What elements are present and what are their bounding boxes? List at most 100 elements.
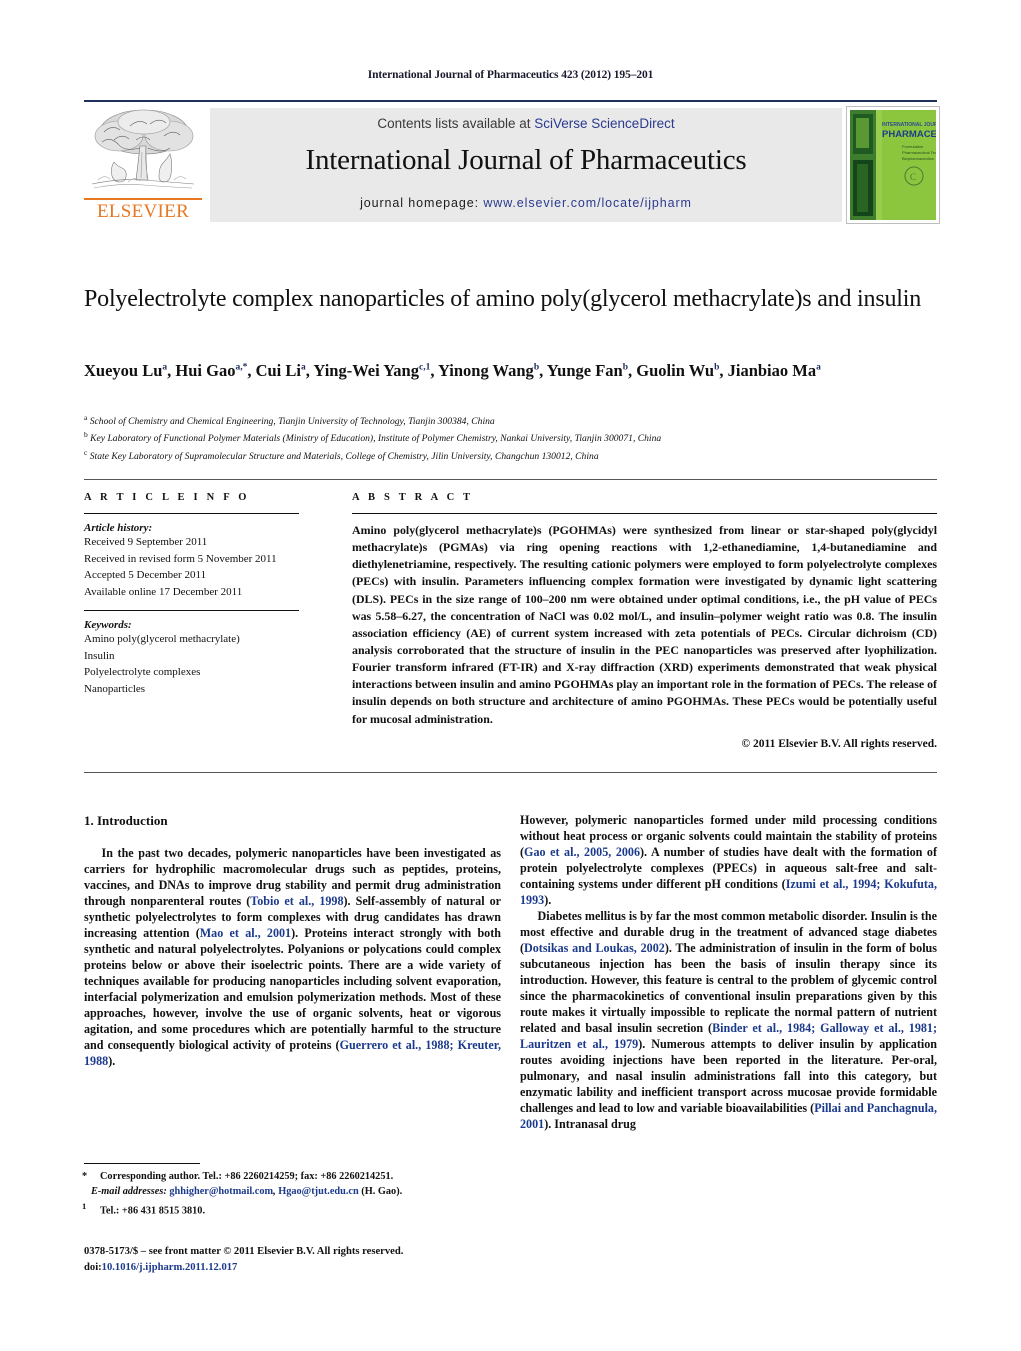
email-link-primary[interactable]: ghhigher@hotmail.com xyxy=(169,1186,273,1197)
citation-link[interactable]: Gao et al., 2005, 2006 xyxy=(524,845,640,859)
citation-link[interactable]: Dotsikas and Loukas, 2002 xyxy=(524,941,665,955)
keywords-rule xyxy=(84,609,299,611)
affiliation-mark: a xyxy=(84,413,88,422)
author-name: Hui Gao xyxy=(175,361,236,380)
elsevier-logo: ELSEVIER xyxy=(84,106,202,222)
keyword-item: Insulin xyxy=(84,649,115,662)
contents-prefix: Contents lists available at xyxy=(377,116,535,131)
paragraph-intro-3: Diabetes mellitus is by far the most com… xyxy=(520,909,937,1132)
elsevier-tree-icon xyxy=(91,109,195,189)
email-link-secondary[interactable]: Hgao@tjut.edu.cn xyxy=(278,1186,359,1197)
abstract-block: A B S T R A C T Amino poly(glycerol meth… xyxy=(352,492,937,750)
citation-link[interactable]: Mao et al., 2001 xyxy=(200,926,291,940)
article-history-item: Available online 17 December 2011 xyxy=(84,586,243,599)
contents-available-line: Contents lists available at SciVerse Sci… xyxy=(210,116,842,131)
journal-title: International Journal of Pharmaceutics xyxy=(305,144,747,176)
imprint-block: 0378-5173/$ – see front matter © 2011 El… xyxy=(84,1244,514,1276)
author-name: Guolin Wu xyxy=(636,361,715,380)
author-name: Yunge Fan xyxy=(546,361,623,380)
footnote-block: * Corresponding author. Tel.: +86 2260214… xyxy=(82,1163,501,1219)
citation-link[interactable]: Pillai and Panchagnula, 2001 xyxy=(520,1101,937,1131)
journal-homepage-link[interactable]: www.elsevier.com/locate/ijpharm xyxy=(483,196,692,210)
article-history-item: Received 9 September 2011 xyxy=(84,536,208,548)
running-head: International Journal of Pharmaceutics 4… xyxy=(367,69,654,81)
journal-masthead: ELSEVIER Contents lists available at Sci… xyxy=(84,100,940,224)
author-affiliation-mark: a xyxy=(162,362,168,373)
footnote-tel: 1 Tel.: +86 431 8515 3810. xyxy=(82,1200,501,1219)
author-name: Ying-Wei Yang xyxy=(313,361,419,380)
paragraph-intro-2: However, polymeric nanoparticles formed … xyxy=(520,813,937,908)
keyword-item: Amino poly(glycerol methacrylate) xyxy=(84,632,240,645)
abstract-rule xyxy=(352,513,937,514)
homepage-prefix: journal homepage: xyxy=(360,196,484,210)
keyword-item: Polyelectrolyte complexes xyxy=(84,666,201,679)
footnote-emails: E-mail addresses: ghhigher@hotmail.com, … xyxy=(91,1186,403,1198)
author-name: Cui Li xyxy=(255,361,301,380)
footnote-email-label: E-mail addresses: xyxy=(91,1186,170,1198)
citation-link[interactable]: Binder et al., 1984; Galloway et al., 19… xyxy=(520,1021,937,1051)
author-name: Xueyou Lu xyxy=(84,361,163,380)
abstract-top-rule xyxy=(84,479,937,480)
journal-cover-art: INTERNATIONAL JOURNAL OF PHARMACEUTICS F… xyxy=(850,110,939,220)
footnote-mark-one: 1 xyxy=(82,1200,87,1211)
citation-link[interactable]: Izumi et al., 1994; Kokufuta, 1993 xyxy=(520,877,937,907)
affiliation-item: a School of Chemistry and Chemical Engin… xyxy=(84,413,495,428)
svg-text:Pharmaceutical Technology: Pharmaceutical Technology xyxy=(902,150,936,155)
cover-image: INTERNATIONAL JOURNAL OF PHARMACEUTICS F… xyxy=(850,110,939,220)
journal-homepage-line: journal homepage: www.elsevier.com/locat… xyxy=(210,196,842,210)
imprint-doi-line: doi:10.1016/j.ijpharm.2011.12.017 xyxy=(84,1260,514,1276)
imprint-frontmatter: 0378-5173/$ – see front matter © 2011 El… xyxy=(84,1246,404,1257)
footnote-rule xyxy=(84,1163,200,1164)
keywords-list: Amino poly(glycerol methacrylate) Insulin… xyxy=(84,631,299,698)
article-info-heading: A R T I C L E I N F O xyxy=(84,492,250,503)
body-column-right: However, polymeric nanoparticles formed … xyxy=(520,812,937,1132)
keywords-heading: Keywords: xyxy=(84,618,132,631)
affiliation-list: a School of Chemistry and Chemical Engin… xyxy=(84,412,964,464)
author-affiliation-mark: b xyxy=(714,362,720,373)
author-affiliation-mark: b xyxy=(622,362,629,373)
elsevier-wordmark: ELSEVIER xyxy=(84,198,202,223)
author-affiliation-mark: a,* xyxy=(235,362,248,373)
affiliation-mark: b xyxy=(84,430,88,440)
journal-cover-thumbnail[interactable]: INTERNATIONAL JOURNAL OF PHARMACEUTICS F… xyxy=(846,106,940,224)
affiliation-item: b Key Laboratory of Functional Polymer M… xyxy=(84,430,662,445)
author-list: Xueyou Lua, Hui Gaoa,*, Cui Lia, Ying-We… xyxy=(84,361,821,380)
article-history-item: Received in revised form 5 November 2011 xyxy=(84,552,277,565)
abstract-text: Amino poly(glycerol methacrylate)s (PGOH… xyxy=(352,523,937,726)
svg-text:Formulation: Formulation xyxy=(902,144,923,149)
citation-link[interactable]: Tobio et al., 1998 xyxy=(250,894,343,908)
article-info-rule xyxy=(84,513,299,514)
author-affiliation-mark: a xyxy=(301,362,306,373)
affiliation-item: c State Key Laboratory of Supramolecular… xyxy=(84,447,599,462)
svg-text:INTERNATIONAL JOURNAL OF: INTERNATIONAL JOURNAL OF xyxy=(882,122,936,128)
affiliation-mark: c xyxy=(84,447,88,457)
article-info-block: A R T I C L E I N F O Article history: R… xyxy=(84,492,299,698)
journal-band: Contents lists available at SciVerse Sci… xyxy=(210,108,842,222)
abstract-copyright: © 2011 Elsevier B.V. All rights reserved… xyxy=(741,737,937,750)
sciencedirect-link[interactable]: SciVerse ScienceDirect xyxy=(534,116,674,131)
author-affiliation-mark: b xyxy=(533,362,540,373)
svg-text:Biopharmaceutics: Biopharmaceutics xyxy=(902,156,934,161)
footnote-corresponding: * Corresponding author. Tel.: +86 2260214… xyxy=(82,1169,501,1184)
body-column-left: 1. Introduction In the past two decades,… xyxy=(84,812,501,1069)
page-title: Polyelectrolyte complex nanoparticles of… xyxy=(84,286,922,312)
svg-text:C: C xyxy=(910,172,916,182)
keyword-item: Nanoparticles xyxy=(84,683,146,696)
abstract-bottom-rule xyxy=(84,772,937,773)
author-name: Jianbiao Ma xyxy=(727,361,817,380)
article-history-heading: Article history: xyxy=(84,522,153,534)
article-history-list: Received 9 September 2011 Received in rev… xyxy=(84,534,299,601)
paper-page: International Journal of Pharmaceutics 4… xyxy=(0,0,1021,1351)
doi-link[interactable]: 10.1016/j.ijpharm.2011.12.017 xyxy=(102,1262,238,1273)
citation-link[interactable]: Guerrero et al., 1988; Kreuter, 1988 xyxy=(84,1038,501,1068)
footnote-mark-asterisk: * xyxy=(82,1171,88,1182)
abstract-heading: A B S T R A C T xyxy=(352,492,474,503)
author-name: Yinong Wang xyxy=(437,361,534,380)
author-affiliation-mark: a xyxy=(816,362,821,373)
footnote-email-suffix: (H. Gao). xyxy=(358,1186,403,1198)
author-affiliation-mark: c,1 xyxy=(418,362,431,373)
paragraph-intro-1: In the past two decades, polymeric nanop… xyxy=(84,846,501,1069)
doi-prefix: doi: xyxy=(84,1261,102,1273)
article-history-item: Accepted 5 December 2011 xyxy=(84,569,207,582)
svg-text:PHARMACEUTICS: PHARMACEUTICS xyxy=(882,129,936,140)
